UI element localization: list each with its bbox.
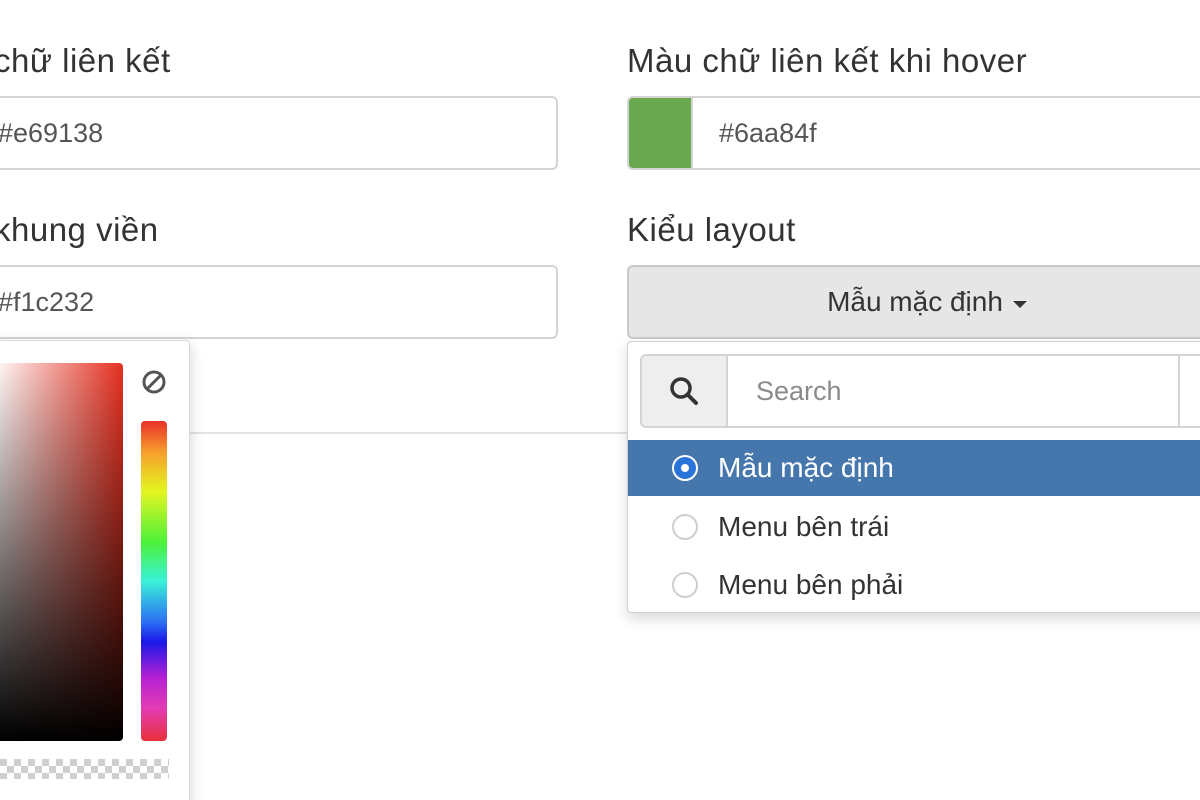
search-input[interactable] — [730, 356, 1180, 426]
radio-icon — [672, 572, 698, 598]
link-color-label: chữ liên kết — [0, 42, 171, 79]
link-color-value: #e69138 — [0, 117, 104, 148]
border-color-label: khung viền — [0, 211, 159, 248]
layout-option-right-menu[interactable]: Menu bên phải — [628, 557, 1200, 613]
layout-option-default[interactable]: Mẫu mặc định — [628, 440, 1200, 496]
hue-slider[interactable] — [141, 421, 167, 741]
link-hover-color-value: #6aa84f — [719, 117, 817, 148]
search-addon — [642, 356, 728, 426]
layout-dropdown-menu: Mẫu mặc định Menu bên trái Menu bên phải — [627, 341, 1200, 613]
radio-icon — [672, 514, 698, 540]
layout-selected-label: Mẫu mặc định — [827, 286, 1003, 317]
color-swatch[interactable] — [629, 98, 693, 168]
option-label: Mẫu mặc định — [718, 452, 894, 483]
layout-option-left-menu[interactable]: Menu bên trái — [628, 499, 1200, 555]
color-picker-popover — [0, 340, 190, 800]
link-hover-color-label: Màu chữ liên kết khi hover — [627, 42, 1028, 79]
radio-checked-icon — [672, 455, 698, 481]
search-icon — [670, 377, 698, 405]
layout-select-button[interactable]: Mẫu mặc định — [627, 265, 1200, 339]
option-label: Menu bên phải — [718, 569, 904, 600]
no-color-icon[interactable] — [141, 369, 167, 395]
link-hover-color-input[interactable]: #6aa84f — [627, 96, 1200, 170]
saturation-area[interactable] — [0, 363, 123, 741]
caret-down-icon — [1012, 300, 1027, 308]
alpha-slider[interactable] — [0, 759, 169, 779]
link-color-input[interactable]: #e69138 — [0, 96, 558, 170]
border-color-input[interactable]: #f1c232 — [0, 265, 558, 339]
border-color-value: #f1c232 — [0, 286, 95, 317]
layout-label: Kiểu layout — [627, 211, 796, 248]
dropdown-search — [640, 354, 1200, 428]
option-label: Menu bên trái — [718, 511, 890, 542]
